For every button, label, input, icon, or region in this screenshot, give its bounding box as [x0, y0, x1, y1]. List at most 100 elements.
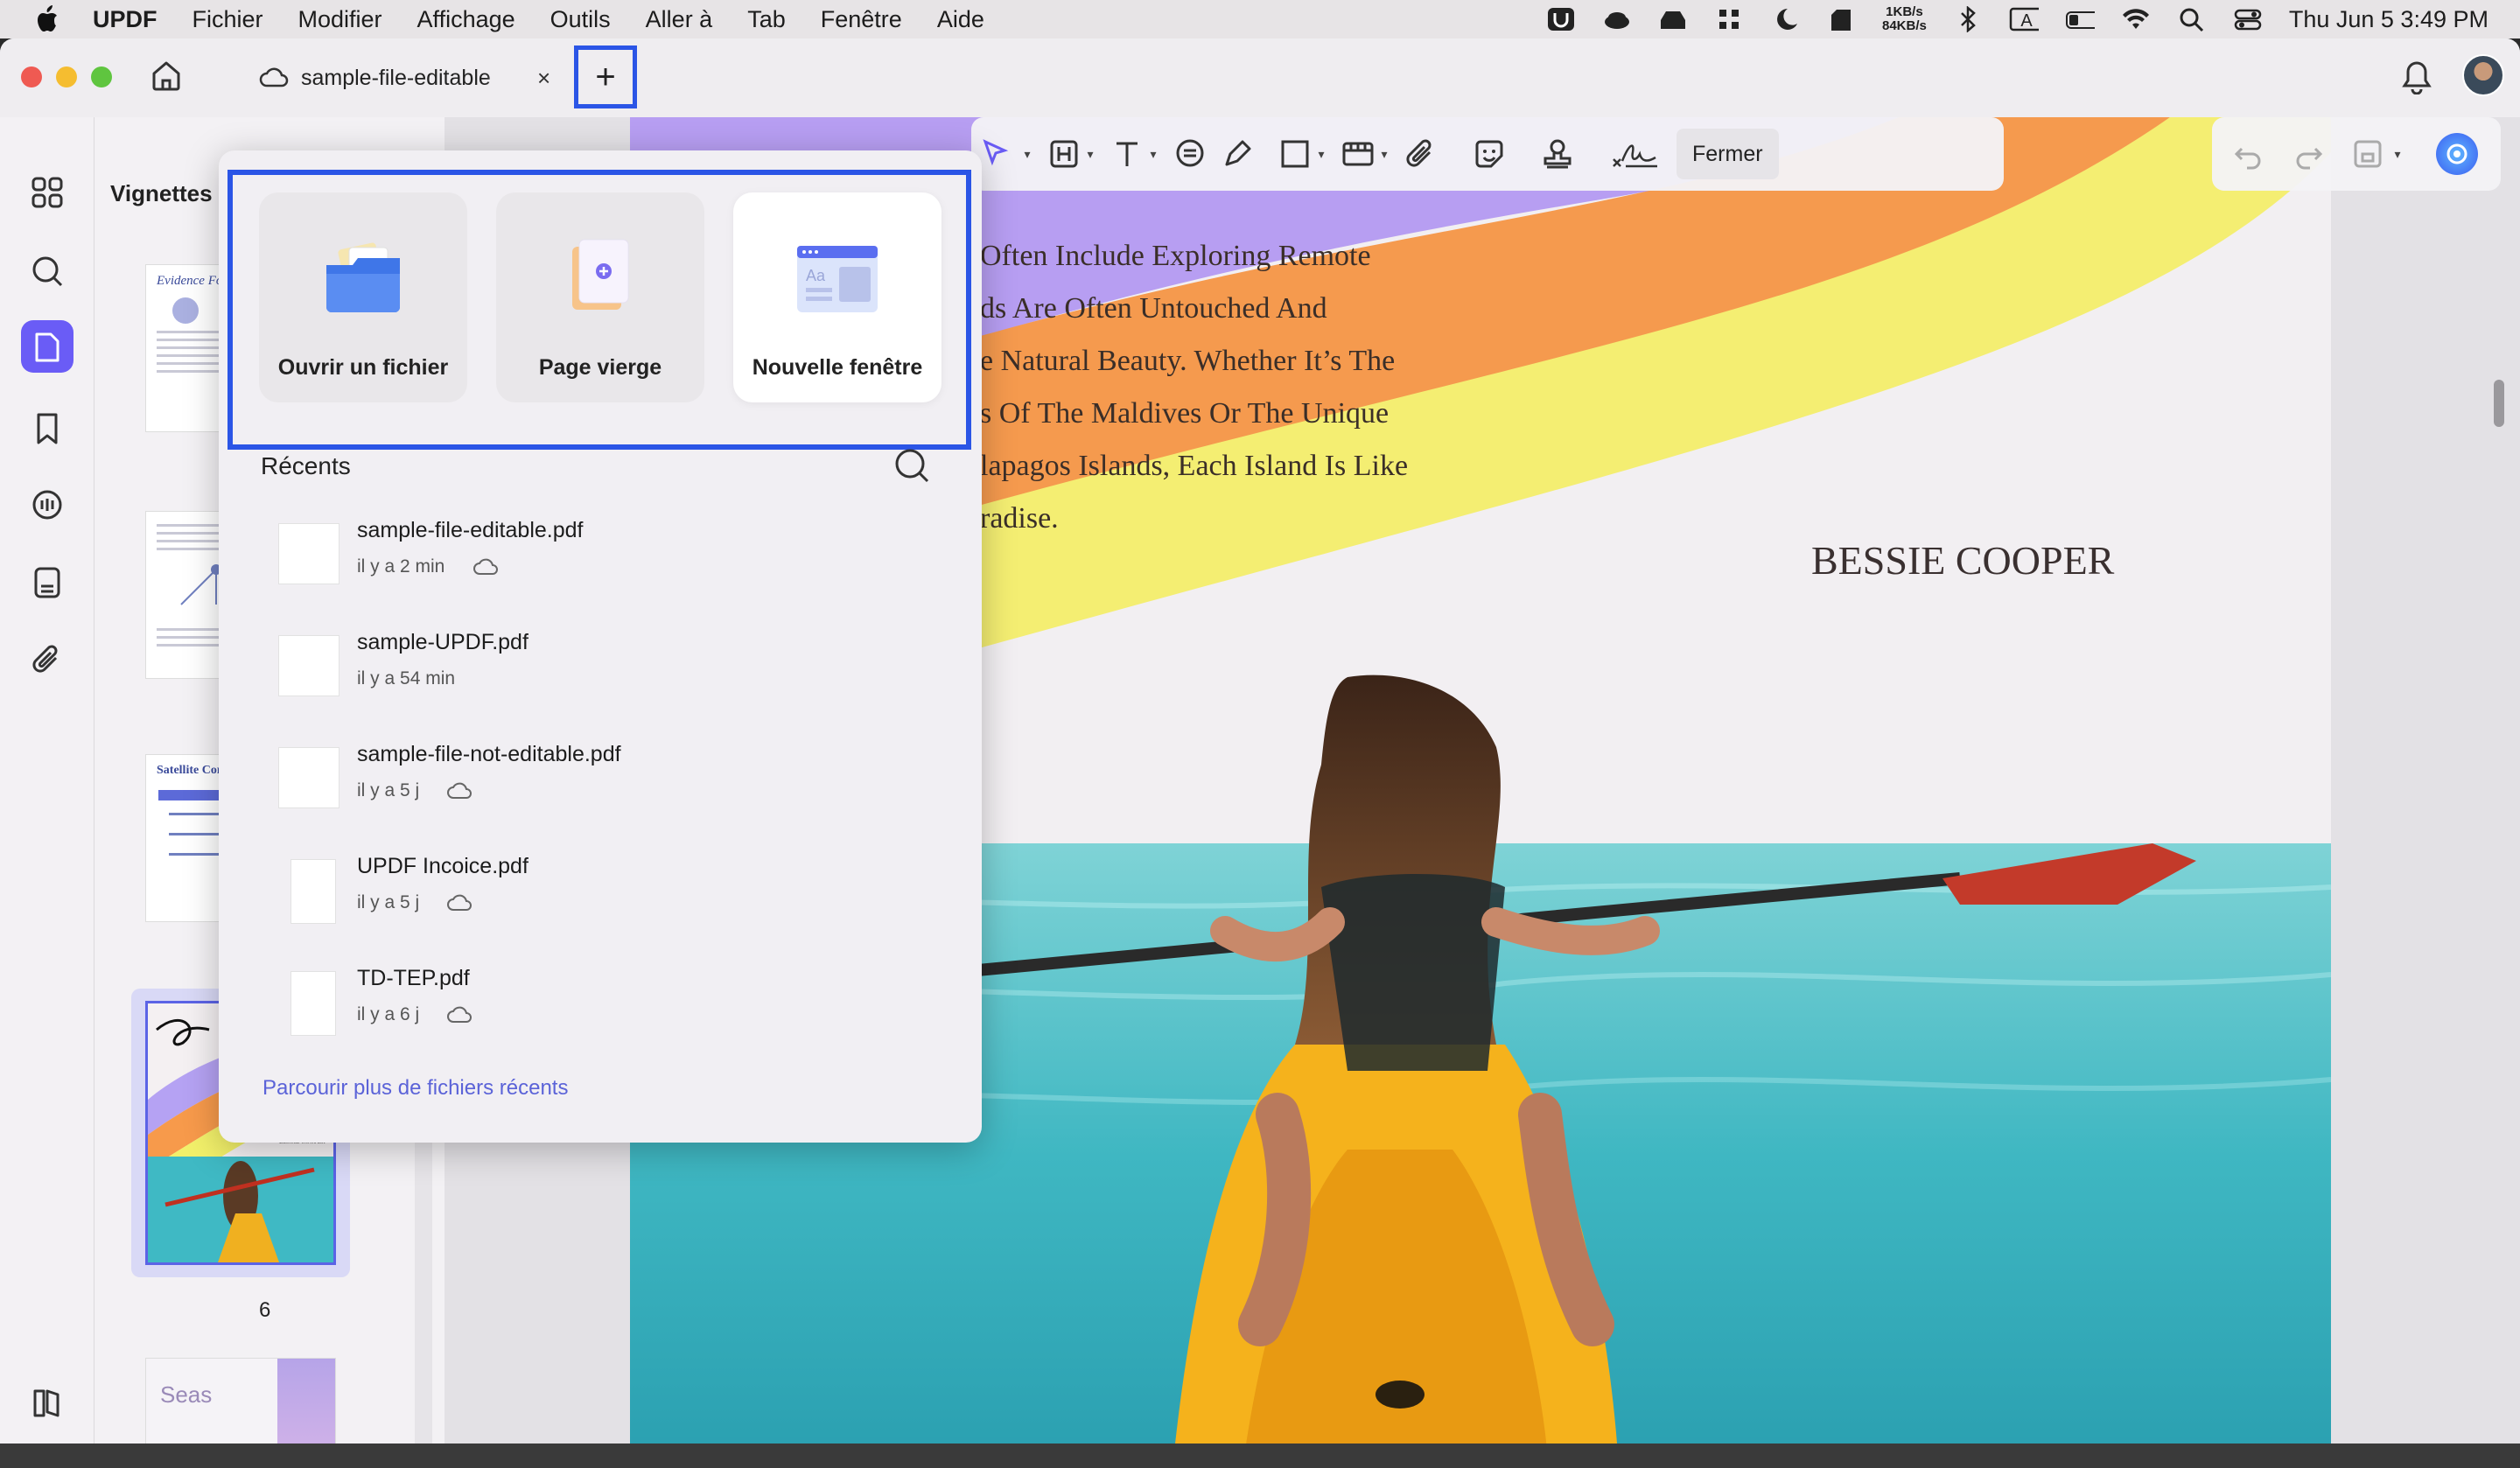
blank-page-label: Page vierge: [538, 355, 662, 380]
recent-file-time: il y a 5 j: [357, 892, 420, 912]
cloud-icon: [447, 782, 472, 799]
menu-aller-a[interactable]: Aller à: [646, 6, 713, 33]
chevron-down-icon[interactable]: ▾: [1083, 135, 1097, 173]
menubar-clock[interactable]: Thu Jun 5 3:49 PM: [2289, 6, 2488, 33]
notification-bell-icon[interactable]: [2401, 59, 2432, 94]
scanner-icon[interactable]: [1826, 6, 1856, 32]
attachment-icon[interactable]: [26, 639, 68, 681]
window-maximize-button[interactable]: [91, 66, 112, 87]
cloud-icon: [473, 558, 498, 575]
undo-icon[interactable]: [2230, 135, 2268, 173]
night-mode-icon[interactable]: [1770, 6, 1800, 32]
comment-tool-icon[interactable]: [1171, 135, 1209, 173]
open-file-label: Ouvrir un fichier: [277, 355, 449, 380]
document-tab[interactable]: sample-file-editable ×: [259, 56, 574, 100]
menu-tab[interactable]: Tab: [747, 6, 786, 33]
pen-tool-icon[interactable]: [1218, 135, 1256, 173]
document-text-line: Often Include Exploring Remote: [980, 240, 1371, 272]
menu-outils[interactable]: Outils: [550, 6, 611, 33]
form-icon[interactable]: [26, 562, 68, 604]
app-window: sample-file-editable × + Vignettes Evide…: [0, 38, 2520, 1468]
menu-aide[interactable]: Aide: [937, 6, 984, 33]
new-window-card[interactable]: Aa Nouvelle fenêtre: [733, 192, 942, 402]
desktop-dock-edge: [0, 1444, 2520, 1468]
highlight-tool-icon[interactable]: [1045, 135, 1083, 173]
network-down: 84KB/s: [1882, 18, 1927, 33]
bluetooth-icon[interactable]: [1953, 6, 1983, 32]
network-up: 1KB/s: [1886, 4, 1923, 19]
apple-menu-icon[interactable]: [33, 4, 60, 34]
bookmark-icon[interactable]: [26, 408, 68, 450]
save-icon[interactable]: [2348, 135, 2387, 173]
recent-file-item[interactable]: sample-file-editable.pdf il y a 2 min: [271, 511, 936, 607]
updf-status-icon[interactable]: [1546, 6, 1576, 32]
chevron-down-icon[interactable]: ▾: [1020, 135, 1034, 173]
new-tab-button[interactable]: +: [574, 45, 637, 108]
file-thumbnail: [290, 971, 336, 1036]
browse-more-recents-link[interactable]: Parcourir plus de fichiers récents: [262, 1076, 568, 1101]
pages-icon[interactable]: [21, 320, 74, 373]
menu-affichage[interactable]: Affichage: [417, 6, 515, 33]
document-text-line: ds Are Often Untouched And: [980, 292, 1327, 325]
stamp-tool-icon[interactable]: [1538, 135, 1577, 173]
chevron-down-icon[interactable]: ▾: [1146, 135, 1160, 173]
recents-title: Récents: [261, 452, 351, 479]
window-close-button[interactable]: [21, 66, 42, 87]
home-icon[interactable]: [149, 58, 184, 93]
recent-file-item[interactable]: TD-TEP.pdf il y a 6 j: [271, 959, 936, 1055]
shape-tool-icon[interactable]: [1276, 135, 1314, 173]
tab-close-button[interactable]: ×: [537, 65, 550, 92]
spotlight-icon[interactable]: [2177, 6, 2207, 32]
recent-file-item[interactable]: UPDF Incoice.pdf il y a 5 j: [271, 847, 936, 943]
signature-tool-icon[interactable]: [1608, 135, 1661, 173]
chevron-down-icon[interactable]: ▾: [1314, 135, 1328, 173]
window-minimize-button[interactable]: [56, 66, 77, 87]
input-source-label: A: [2020, 11, 2033, 31]
new-tab-popover: Ouvrir un fichier Page vierge Aa Nouvell…: [219, 150, 982, 1143]
wifi-icon[interactable]: [2121, 6, 2151, 32]
recent-file-time: il y a 54 min: [357, 668, 456, 689]
svg-text:Aa: Aa: [806, 267, 826, 284]
menu-fichier[interactable]: Fichier: [192, 6, 263, 33]
comment-icon[interactable]: [26, 485, 68, 527]
menu-app-name[interactable]: UPDF: [93, 6, 158, 33]
search-icon[interactable]: [26, 250, 68, 292]
recent-file-item[interactable]: sample-UPDF.pdf il y a 54 min: [271, 623, 936, 719]
close-edit-button[interactable]: Fermer: [1676, 129, 1779, 179]
input-source-icon[interactable]: A: [2009, 6, 2039, 32]
inbox-icon[interactable]: [1658, 6, 1688, 32]
redo-icon[interactable]: [2289, 135, 2328, 173]
ai-assistant-icon[interactable]: [2436, 133, 2478, 175]
sidebar-toggle-icon[interactable]: [26, 1382, 68, 1424]
attachment-tool-icon[interactable]: [1402, 135, 1440, 173]
recent-file-name: sample-file-not-editable.pdf: [357, 742, 621, 766]
open-file-card[interactable]: Ouvrir un fichier: [259, 192, 467, 402]
recent-file-item[interactable]: sample-file-not-editable.pdf il y a 5 j: [271, 735, 936, 831]
text-tool-icon[interactable]: [1108, 135, 1146, 173]
recent-file-name: sample-UPDF.pdf: [357, 630, 528, 654]
control-center-icon[interactable]: [2233, 6, 2263, 32]
title-bar: sample-file-editable × +: [0, 38, 2520, 117]
chevron-down-icon[interactable]: ▾: [2390, 135, 2404, 173]
measure-tool-icon[interactable]: [1339, 135, 1377, 173]
recent-file-time: il y a 2 min: [357, 556, 445, 577]
battery-icon[interactable]: [2065, 6, 2095, 32]
blank-page-card[interactable]: Page vierge: [496, 192, 704, 402]
menu-bar: UPDF Fichier Modifier Affichage Outils A…: [0, 0, 2520, 38]
sticker-tool-icon[interactable]: [1470, 135, 1508, 173]
menu-fenetre[interactable]: Fenêtre: [821, 6, 902, 33]
chevron-down-icon[interactable]: ▾: [1377, 135, 1391, 173]
blank-page-icon: [556, 234, 644, 322]
network-speed: 1KB/s 84KB/s: [1882, 5, 1927, 33]
document-scrollbar[interactable]: [2494, 380, 2504, 427]
grid-icon[interactable]: [26, 171, 68, 213]
file-thumbnail: [290, 859, 336, 924]
document-text-line: e Natural Beauty. Whether It’s The: [980, 345, 1396, 377]
search-icon[interactable]: [892, 446, 931, 485]
thumbnail-title: Seas: [160, 1381, 213, 1408]
user-avatar[interactable]: [2462, 54, 2504, 96]
document-text-line: radise.: [980, 502, 1059, 535]
extension-icon[interactable]: [1714, 6, 1744, 32]
cloud-drive-icon[interactable]: [1602, 6, 1632, 32]
menu-modifier[interactable]: Modifier: [298, 6, 382, 33]
